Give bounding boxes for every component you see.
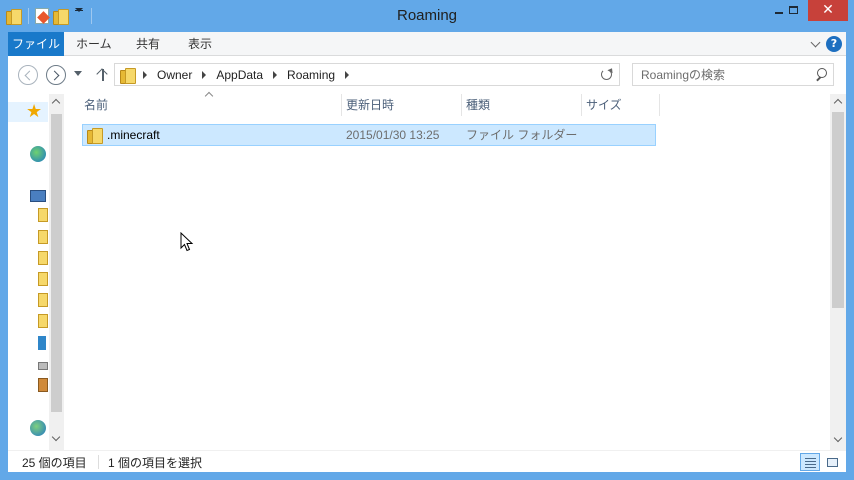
column-header-type[interactable]: 種類 <box>462 94 582 116</box>
address-bar[interactable]: Owner AppData Roaming <box>114 63 620 86</box>
breadcrumb-appdata[interactable]: AppData <box>210 68 269 82</box>
tab-view[interactable]: 表示 <box>180 32 220 56</box>
breadcrumb-chevron-icon[interactable] <box>273 70 278 79</box>
refresh-button[interactable] <box>594 63 620 86</box>
scroll-down-icon[interactable] <box>833 433 843 443</box>
navigation-pane-scrollbar[interactable] <box>49 94 64 450</box>
breadcrumb-chevron-icon[interactable] <box>143 70 147 79</box>
window-title: Roaming <box>396 7 458 24</box>
breadcrumb-chevron-icon[interactable] <box>202 70 207 79</box>
folder-icon[interactable] <box>38 208 48 222</box>
file-row[interactable]: .minecraft 2015/01/30 13:25 ファイル フォルダー <box>82 124 656 146</box>
tab-home[interactable]: ホーム <box>68 32 120 56</box>
scrollbar-thumb[interactable] <box>51 114 62 412</box>
selection-count: 1 個の項目を選択 <box>108 456 203 470</box>
up-button[interactable] <box>96 65 110 85</box>
file-date: 2015/01/30 13:25 <box>346 128 440 142</box>
folder-icon[interactable] <box>38 314 48 328</box>
nav-item-favorites[interactable]: ★ <box>8 102 48 122</box>
favorites-star-icon: ★ <box>26 101 43 122</box>
item-count: 25 個の項目 <box>22 456 87 470</box>
pc-icon[interactable] <box>30 190 46 202</box>
file-list: 名前 更新日時 種類 サイズ .minecraft 2015/01/30 13:… <box>74 91 830 450</box>
close-icon: ✕ <box>822 2 834 18</box>
network-icon[interactable] <box>30 420 46 436</box>
file-name: .minecraft <box>107 128 160 142</box>
device-icon[interactable] <box>38 336 46 350</box>
breadcrumb-roaming[interactable]: Roaming <box>281 68 341 82</box>
refresh-icon <box>601 69 612 80</box>
large-icons-view-button[interactable] <box>822 453 842 471</box>
expand-ribbon-chevron-icon[interactable] <box>810 36 822 52</box>
title-bar[interactable]: Roaming ✕ <box>0 0 854 32</box>
forward-button[interactable] <box>46 65 66 85</box>
folder-icon[interactable] <box>38 272 48 286</box>
scroll-down-icon[interactable] <box>51 432 61 442</box>
tab-share[interactable]: 共有 <box>128 32 168 56</box>
maximize-button[interactable] <box>781 0 808 21</box>
column-header-name[interactable]: 名前 <box>80 94 342 116</box>
column-header-size[interactable]: サイズ <box>582 94 660 116</box>
search-box[interactable] <box>632 63 834 86</box>
scrollbar-thumb[interactable] <box>832 112 844 308</box>
maximize-icon <box>789 6 798 14</box>
folder-icon[interactable] <box>38 251 48 265</box>
back-button[interactable] <box>18 65 38 85</box>
file-type: ファイル フォルダー <box>466 128 578 142</box>
navigation-bar: Owner AppData Roaming <box>8 56 846 94</box>
breadcrumb-chevron-icon[interactable] <box>345 70 350 79</box>
content-area: ★ 名前 更新日時 種類 サイズ .minecraft 2015/01/30 1… <box>8 91 846 450</box>
column-header-date[interactable]: 更新日時 <box>342 94 462 116</box>
tab-file[interactable]: ファイル <box>8 32 64 56</box>
help-icon[interactable]: ? <box>826 36 842 52</box>
folder-icon <box>120 68 136 84</box>
folder-icon <box>87 128 103 144</box>
search-icon[interactable] <box>815 68 827 80</box>
explorer-window: Roaming ✕ ファイル ホーム 共有 表示 ? Owner AppData… <box>0 0 854 480</box>
media-icon[interactable] <box>38 378 48 392</box>
status-separator <box>98 455 99 469</box>
ribbon-tabs: ファイル ホーム 共有 表示 ? <box>8 32 846 56</box>
breadcrumb-owner[interactable]: Owner <box>151 68 198 82</box>
search-input[interactable] <box>633 64 808 85</box>
navigation-pane: ★ <box>8 94 64 450</box>
close-button[interactable]: ✕ <box>808 0 848 21</box>
details-view-button[interactable] <box>800 453 820 471</box>
scroll-up-icon[interactable] <box>51 98 61 108</box>
folder-icon[interactable] <box>38 230 48 244</box>
breadcrumb: Owner AppData Roaming <box>139 64 353 85</box>
mouse-cursor-icon <box>180 232 194 252</box>
scroll-up-icon[interactable] <box>833 98 843 108</box>
file-list-scrollbar[interactable] <box>830 94 846 450</box>
status-bar: 25 個の項目 1 個の項目を選択 <box>8 450 846 472</box>
drive-icon[interactable] <box>38 362 48 370</box>
folder-icon[interactable] <box>38 293 48 307</box>
homegroup-icon[interactable] <box>30 146 46 162</box>
recent-locations-dropdown[interactable] <box>74 71 82 76</box>
